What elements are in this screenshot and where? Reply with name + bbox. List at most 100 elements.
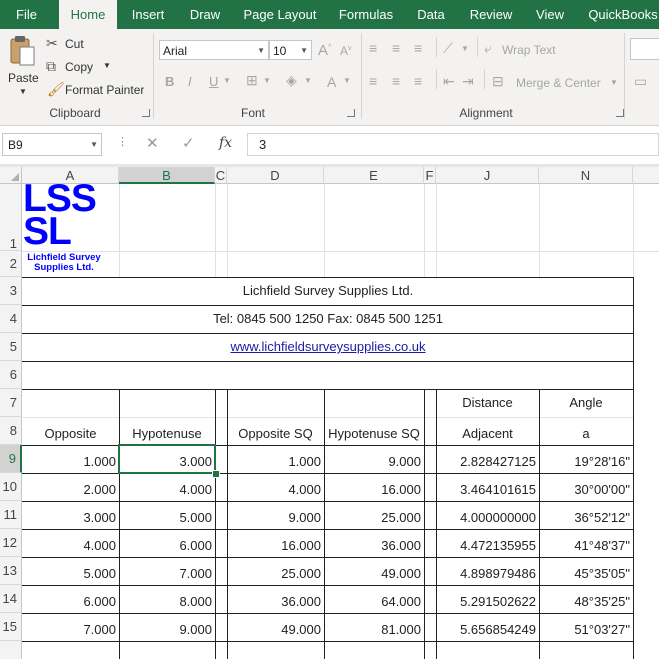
increase-indent-icon[interactable]: ⇥ xyxy=(462,73,474,90)
borders-icon[interactable]: ⊞ xyxy=(246,72,258,89)
tab-view[interactable]: View xyxy=(527,0,573,29)
fill-dropdown-icon[interactable]: ▼ xyxy=(304,76,312,85)
cell-e13[interactable]: 49.000 xyxy=(324,557,424,585)
row-header-3[interactable]: 3 xyxy=(0,277,22,305)
header-opposite-sq[interactable]: Opposite SQ xyxy=(227,417,324,445)
row-header-12[interactable]: 12 xyxy=(0,529,22,557)
column-header-empty[interactable] xyxy=(633,167,659,184)
row-header-5[interactable]: 5 xyxy=(0,333,22,361)
worksheet-grid[interactable]: A B C D E F J N 1 2 3 4 5 6 7 8 9 10 11 … xyxy=(0,167,659,659)
decrease-font-icon[interactable]: Av xyxy=(340,44,352,58)
enter-check-icon[interactable]: ✓ xyxy=(182,134,195,152)
italic-button[interactable]: I xyxy=(188,74,192,89)
cell-d10[interactable]: 4.000 xyxy=(227,473,324,501)
cell-n10[interactable]: 30°00'00" xyxy=(539,473,633,501)
align-right-icon[interactable]: ≡ xyxy=(414,73,422,89)
column-header-b[interactable]: B xyxy=(119,167,215,184)
cell-a11[interactable]: 3.000 xyxy=(22,501,119,529)
tab-page-layout[interactable]: Page Layout xyxy=(236,0,324,29)
number-format-combo[interactable] xyxy=(630,38,659,60)
tab-draw[interactable]: Draw xyxy=(180,0,230,29)
tab-home[interactable]: Home xyxy=(59,0,117,29)
header-angle[interactable]: Angle xyxy=(539,389,633,417)
cell-n13[interactable]: 45°35'05" xyxy=(539,557,633,585)
wrap-text-icon[interactable]: ⤶ xyxy=(484,40,492,57)
cell-n14[interactable]: 48°35'25" xyxy=(539,585,633,613)
currency-format-icon[interactable]: ▭ xyxy=(634,73,647,90)
cell-n9[interactable]: 19°28'16" xyxy=(539,445,633,473)
header-hypotenuse-sq[interactable]: Hypotenuse SQ xyxy=(324,417,424,445)
row-header-10[interactable]: 10 xyxy=(0,473,22,501)
row-header-13[interactable]: 13 xyxy=(0,557,22,585)
font-color-dropdown-icon[interactable]: ▼ xyxy=(343,76,351,85)
cell-b15[interactable]: 9.000 xyxy=(119,613,215,641)
tab-formulas[interactable]: Formulas xyxy=(331,0,401,29)
cell-j13[interactable]: 4.898979486 xyxy=(436,557,539,585)
orientation-dropdown-icon[interactable]: ▼ xyxy=(461,44,469,53)
fill-handle[interactable] xyxy=(212,470,220,478)
row-header-2[interactable]: 2 xyxy=(0,251,22,277)
row-header-9[interactable]: 9 xyxy=(0,445,22,473)
column-header-j[interactable]: J xyxy=(436,167,539,184)
cell-d14[interactable]: 36.000 xyxy=(227,585,324,613)
increase-font-icon[interactable]: A^ xyxy=(318,42,331,59)
select-all-corner[interactable] xyxy=(0,167,22,184)
row-header-15[interactable]: 15 xyxy=(0,613,22,641)
active-cell-selection[interactable] xyxy=(118,444,216,474)
company-name-cell[interactable]: Lichfield Survey Supplies Ltd. xyxy=(22,277,634,305)
cell-b10[interactable]: 4.000 xyxy=(119,473,215,501)
website-link[interactable]: www.lichfieldsurveysupplies.co.uk xyxy=(22,333,634,361)
cell-e9[interactable]: 9.000 xyxy=(324,445,424,473)
paste-button[interactable]: Paste ▼ xyxy=(4,33,44,97)
merge-center-icon[interactable]: ⊟ xyxy=(492,73,504,90)
tab-quickbooks[interactable]: QuickBooks xyxy=(580,0,659,29)
cell-a15[interactable]: 7.000 xyxy=(22,613,119,641)
cell-d9[interactable]: 1.000 xyxy=(227,445,324,473)
cell-j12[interactable]: 4.472135955 xyxy=(436,529,539,557)
decrease-indent-icon[interactable]: ⇤ xyxy=(443,73,455,90)
row-header-7[interactable]: 7 xyxy=(0,389,22,417)
tab-data[interactable]: Data xyxy=(408,0,454,29)
cell-n15[interactable]: 51°03'27" xyxy=(539,613,633,641)
insert-function-icon[interactable]: fx xyxy=(219,135,232,151)
paste-dropdown-icon[interactable]: ▼ xyxy=(19,87,27,96)
font-size-combo[interactable]: 10 ▼ xyxy=(269,40,312,60)
font-name-combo[interactable]: Arial ▼ xyxy=(159,40,269,60)
row-header-4[interactable]: 4 xyxy=(0,305,22,333)
cell-e11[interactable]: 25.000 xyxy=(324,501,424,529)
clipboard-launcher-icon[interactable] xyxy=(142,109,150,117)
tab-review[interactable]: Review xyxy=(461,0,521,29)
cell-d11[interactable]: 9.000 xyxy=(227,501,324,529)
cell-b11[interactable]: 5.000 xyxy=(119,501,215,529)
format-painter-button[interactable]: 🖌 Format Painter xyxy=(46,81,150,99)
row-header-1[interactable]: 1 xyxy=(0,184,22,251)
column-header-d[interactable]: D xyxy=(227,167,324,184)
cell-j14[interactable]: 5.291502622 xyxy=(436,585,539,613)
bold-button[interactable]: B xyxy=(165,74,174,89)
cell-a10[interactable]: 2.000 xyxy=(22,473,119,501)
header-hypotenuse[interactable]: Hypotenuse xyxy=(119,417,215,445)
align-center-icon[interactable]: ≡ xyxy=(392,73,400,89)
cell-a12[interactable]: 4.000 xyxy=(22,529,119,557)
header-opposite[interactable]: Opposite xyxy=(22,417,119,445)
cell-a13[interactable]: 5.000 xyxy=(22,557,119,585)
underline-button[interactable]: U xyxy=(209,74,218,89)
cell-n11[interactable]: 36°52'12" xyxy=(539,501,633,529)
column-header-n[interactable]: N xyxy=(539,167,633,184)
name-box[interactable]: B9 ▼ xyxy=(2,133,102,156)
cell-a14[interactable]: 6.000 xyxy=(22,585,119,613)
tab-file[interactable]: File xyxy=(0,0,53,29)
cell-e15[interactable]: 81.000 xyxy=(324,613,424,641)
cell-e12[interactable]: 36.000 xyxy=(324,529,424,557)
cut-button[interactable]: ✂ Cut xyxy=(46,35,106,53)
row-header-6[interactable]: 6 xyxy=(0,361,22,389)
wrap-text-button[interactable]: Wrap Text xyxy=(502,43,556,57)
cell-e14[interactable]: 64.000 xyxy=(324,585,424,613)
align-left-icon[interactable]: ≡ xyxy=(369,73,377,89)
cell-j11[interactable]: 4.000000000 xyxy=(436,501,539,529)
cell-n12[interactable]: 41°48'37" xyxy=(539,529,633,557)
merge-center-button[interactable]: Merge & Center xyxy=(516,76,601,90)
merge-dropdown-icon[interactable]: ▼ xyxy=(610,78,618,87)
cell-b13[interactable]: 7.000 xyxy=(119,557,215,585)
tab-insert[interactable]: Insert xyxy=(122,0,174,29)
